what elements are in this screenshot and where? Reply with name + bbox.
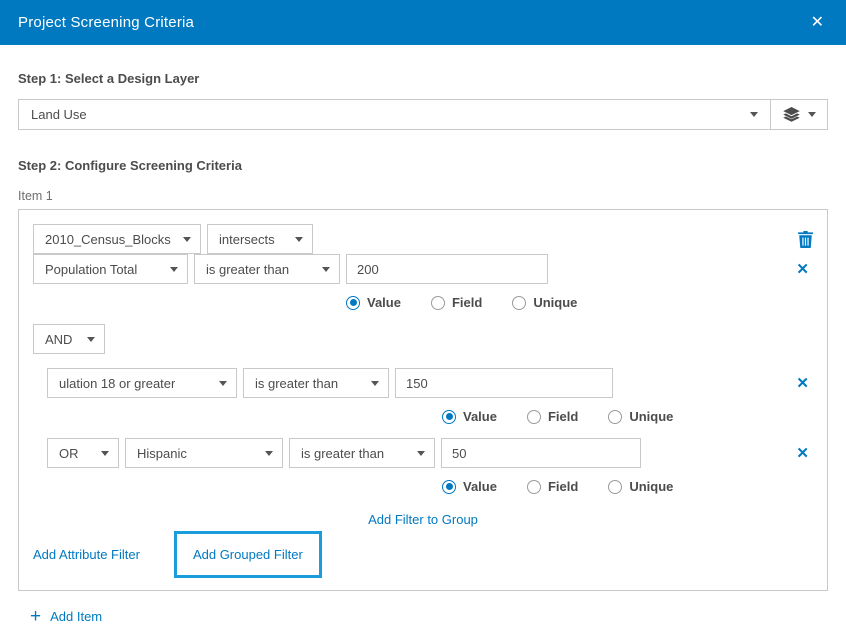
radio-value[interactable]: Value [346,295,401,310]
modal-body: Step 1: Select a Design Layer Land Use S… [0,71,846,626]
modal-title: Project Screening Criteria [18,14,194,31]
filter-field-dropdown[interactable]: Population Total [33,254,188,284]
radio-unique-label: Unique [629,479,673,494]
trash-icon [798,231,813,248]
radio-unique[interactable]: Unique [608,409,673,424]
remove-filter-icon[interactable]: ✕ [792,374,813,393]
layer-options-button[interactable] [771,100,827,129]
add-filter-to-group-link[interactable]: Add Filter to Group [368,512,478,527]
chevron-down-icon [219,381,227,386]
criteria-panel: 2010_Census_Blocks intersects Population… [18,209,828,591]
group-filter2-operator-value: is greater than [301,446,384,461]
filter-operator-value: is greater than [206,262,289,277]
design-layer-control: Land Use [18,99,828,130]
chevron-down-icon [87,337,95,342]
chevron-down-icon [265,451,273,456]
radio-field[interactable]: Field [527,409,578,424]
chevron-down-icon [101,451,109,456]
radio-field-label: Field [452,295,482,310]
remove-filter-icon[interactable]: ✕ [792,260,813,279]
chevron-down-icon [170,267,178,272]
radio-value-label: Value [463,479,497,494]
chevron-down-icon [808,112,816,117]
radio-circle [346,296,360,310]
item-label: Item 1 [18,189,828,203]
value-type-radio-group: Value Field Unique [346,295,813,310]
target-layer-value: 2010_Census_Blocks [45,232,171,247]
group-filter2-value-input[interactable] [441,438,641,468]
target-layer-dropdown[interactable]: 2010_Census_Blocks [33,224,201,254]
radio-field-label: Field [548,409,578,424]
logic-operator-value: AND [45,332,72,347]
filter-operator-dropdown[interactable]: is greater than [194,254,340,284]
delete-item-button[interactable] [798,231,813,248]
radio-value[interactable]: Value [442,409,497,424]
radio-circle [527,410,541,424]
grouped-filter-block: ulation 18 or greater is greater than ✕ … [47,368,813,494]
radio-circle [608,410,622,424]
radio-value[interactable]: Value [442,479,497,494]
chevron-down-icon [322,267,330,272]
radio-value-label: Value [463,409,497,424]
chevron-down-icon [750,112,758,117]
radio-field[interactable]: Field [431,295,482,310]
group-filter1-value-input[interactable] [395,368,613,398]
tutorial-highlight-box: Add Grouped Filter [174,531,322,578]
plus-icon: + [30,607,41,626]
spatial-operator-dropdown[interactable]: intersects [207,224,313,254]
chevron-down-icon [417,451,425,456]
design-layer-value: Land Use [31,107,87,122]
step2-label: Step 2: Configure Screening Criteria [18,158,828,173]
group-filter2-field-dropdown[interactable]: Hispanic [125,438,283,468]
group-filter1-field-dropdown[interactable]: ulation 18 or greater [47,368,237,398]
group-filter2-field-value: Hispanic [137,446,187,461]
chevron-down-icon [183,237,191,242]
radio-circle [442,410,456,424]
group-filter2-logic-dropdown[interactable]: OR [47,438,119,468]
radio-unique-label: Unique [533,295,577,310]
remove-filter-icon[interactable]: ✕ [792,444,813,463]
radio-circle [431,296,445,310]
add-filter-to-group-row: Add Filter to Group [33,512,813,527]
value-type-radio-group: Value Field Unique [442,409,813,424]
radio-circle [442,480,456,494]
step1-label: Step 1: Select a Design Layer [18,71,828,86]
group-filter1-field-value: ulation 18 or greater [59,376,175,391]
spatial-filter-row: 2010_Census_Blocks intersects [33,224,813,254]
group-filter1-operator-dropdown[interactable]: is greater than [243,368,389,398]
group-filter-row: OR Hispanic is greater than ✕ [47,438,813,468]
radio-value-label: Value [367,295,401,310]
radio-unique[interactable]: Unique [608,479,673,494]
close-icon[interactable]: ✕ [807,11,828,35]
value-type-radio-group: Value Field Unique [442,479,813,494]
radio-circle [512,296,526,310]
radio-field-label: Field [548,479,578,494]
layers-icon [783,107,800,122]
modal-header: Project Screening Criteria ✕ [0,0,846,45]
radio-unique-label: Unique [629,409,673,424]
group-filter-row: ulation 18 or greater is greater than ✕ [47,368,813,398]
radio-circle [608,480,622,494]
add-item-button[interactable]: + Add Item [30,607,828,626]
filter-actions-row: Add Attribute Filter Add Grouped Filter [33,531,813,578]
radio-field[interactable]: Field [527,479,578,494]
add-item-label: Add Item [50,609,102,624]
design-layer-select[interactable]: Land Use [19,100,770,129]
add-grouped-filter-link[interactable]: Add Grouped Filter [193,547,303,562]
chevron-down-icon [295,237,303,242]
filter-value-input[interactable] [346,254,548,284]
filter-field-value: Population Total [45,262,137,277]
group-filter2-operator-dropdown[interactable]: is greater than [289,438,435,468]
chevron-down-icon [371,381,379,386]
attribute-filter-row: Population Total is greater than ✕ [33,254,813,284]
group-filter2-logic-value: OR [59,446,79,461]
radio-circle [527,480,541,494]
group-filter1-operator-value: is greater than [255,376,338,391]
radio-unique[interactable]: Unique [512,295,577,310]
spatial-operator-value: intersects [219,232,275,247]
logic-operator-dropdown[interactable]: AND [33,324,105,354]
logic-operator-row: AND [33,324,813,354]
add-attribute-filter-link[interactable]: Add Attribute Filter [33,547,140,562]
